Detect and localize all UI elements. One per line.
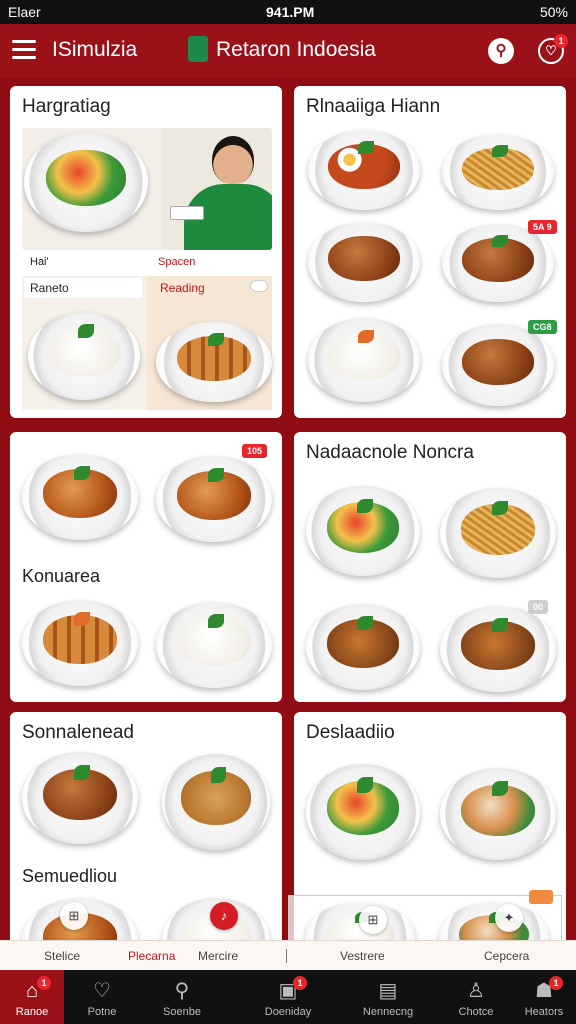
nav-label: Doeniday [264, 1006, 312, 1018]
card-subtitle: Semuedliou [22, 866, 118, 886]
share-icon[interactable]: ✦ [495, 904, 523, 932]
dish-image[interactable] [162, 754, 270, 850]
nav-label: Soenbe [163, 1006, 201, 1018]
card-title: Hargratiag [22, 96, 111, 117]
nav-item-soenbe[interactable]: ⚲ Soenbe [150, 970, 214, 1024]
nav-item-ranoe[interactable]: ⌂ 1 Ranoe [0, 970, 64, 1024]
dish-image[interactable] [440, 488, 556, 578]
card-title: Nadaacnole Noncra [306, 442, 474, 463]
bottom-nav: ⌂ 1 Ranoe ♡ Potne ⚲ Soenbe ▣ 1 Doeniday ▤ … [0, 970, 576, 1024]
dish-image[interactable] [156, 322, 272, 402]
nav-badge: 1 [549, 976, 563, 990]
tab-plecarna[interactable]: Plecarna [128, 949, 175, 963]
nav-badge: 1 [37, 976, 51, 990]
dish-image[interactable] [156, 602, 272, 688]
nav-label: Potne [87, 1006, 117, 1018]
category-card-1[interactable]: Hargratiag Hai' Spacen Raneto Reading [10, 86, 282, 418]
account-icon: ☗ 1 [531, 976, 563, 1004]
app-name: ISimulzia [52, 38, 138, 61]
promo-label: Spacen [158, 256, 196, 268]
home-icon: ⌂ 1 [19, 976, 51, 1004]
dish-image[interactable] [442, 224, 554, 302]
price-tag: CG8 [528, 320, 557, 334]
dish-image [24, 132, 148, 232]
brand-logo-icon [188, 36, 208, 62]
battery-label: 50% [539, 4, 568, 20]
search-icon[interactable]: ⚲ [488, 38, 514, 64]
category-tabs: Stelice Plecarna Mercire Vestrere Cepcer… [0, 940, 576, 970]
card-title: Sonnalenead [22, 722, 134, 743]
nav-item-potne[interactable]: ♡ Potne [70, 970, 134, 1024]
dish-image[interactable] [22, 454, 138, 540]
dish-image[interactable] [440, 768, 556, 860]
toggle-switch[interactable] [250, 280, 268, 292]
promo-label: Hai' [30, 256, 49, 268]
document-icon: ▤ [378, 980, 398, 1002]
dish-image[interactable] [308, 318, 420, 402]
favorite-icon[interactable]: ♪ [210, 902, 238, 930]
category-card-2[interactable]: Rlnaaiiga Hiann 5A 9 CG8 [294, 86, 566, 418]
promo-banner[interactable] [22, 128, 272, 250]
price-tag: 00 [528, 600, 549, 614]
heart-icon: ♡ [93, 980, 111, 1002]
nav-item-heators[interactable]: ☗ 1 Heators [512, 970, 576, 1024]
card-title: Deslaadiio [306, 722, 395, 743]
nav-label: Heators [524, 1006, 564, 1018]
search-icon: ⚲ [174, 980, 190, 1002]
promo-input[interactable]: Reading [154, 278, 234, 298]
status-dot [529, 890, 553, 904]
profile-icon: ♙ [467, 980, 485, 1002]
dish-image[interactable] [442, 324, 554, 406]
dish-image[interactable] [440, 606, 556, 692]
notification-badge: 1 [554, 34, 568, 48]
menu-icon[interactable] [12, 40, 36, 60]
tab-vestrere[interactable]: Vestrere [340, 949, 385, 963]
price-tag: 5A 9 [528, 220, 557, 234]
nav-item-chotce[interactable]: ♙ Chotce [444, 970, 508, 1024]
category-card-5[interactable]: Sonnalenead Semuedliou ⊞ ♪ [10, 712, 282, 962]
brand-title: Retaron Indoesia [216, 38, 376, 61]
card-title: Rlnaaiiga Hiann [306, 96, 441, 117]
dish-image[interactable] [306, 604, 420, 690]
dish-image[interactable] [22, 600, 138, 686]
price-tag: 105 [242, 444, 268, 458]
category-card-4[interactable]: Nadaacnole Noncra 00 [294, 432, 566, 702]
carrier-label: Elaer [8, 4, 41, 20]
nav-label: Chotce [458, 1006, 494, 1018]
nav-item-doeniday[interactable]: ▣ 1 Doeniday [256, 970, 320, 1024]
dish-image[interactable] [308, 130, 420, 210]
category-card-3[interactable]: 105 Konuarea [10, 432, 282, 702]
tab-stelice[interactable]: Stelice [44, 949, 80, 963]
promo-input[interactable]: Raneto [24, 278, 142, 298]
nav-badge: 1 [293, 976, 307, 990]
tab-cepcera[interactable]: Cepcera [484, 949, 529, 963]
nav-label: Ranoe [15, 1006, 49, 1018]
dish-image[interactable] [308, 222, 420, 302]
status-bar: Elaer 941.PM 50% [0, 0, 576, 24]
notification-icon[interactable]: ♡ 1 [538, 34, 568, 64]
add-to-cart-icon[interactable]: ⊞ [60, 902, 88, 930]
staff-photo [212, 136, 254, 184]
app-header: ISimulzia Retaron Indoesia ⚲ ♡ 1 [0, 24, 576, 78]
add-to-cart-icon[interactable]: ⊞ [359, 906, 387, 934]
dish-image[interactable] [306, 486, 420, 576]
card-title: Konuarea [22, 566, 101, 586]
dish-image[interactable] [22, 752, 138, 844]
order-icon: ▣ 1 [275, 976, 307, 1004]
dish-image[interactable] [306, 764, 420, 860]
dish-image[interactable] [442, 134, 554, 210]
tab-mercire[interactable]: Mercire [198, 949, 238, 963]
nav-label: Nennecng [362, 1006, 414, 1018]
dish-image[interactable] [28, 312, 140, 400]
clock: 941.PM [266, 4, 315, 20]
dish-image[interactable] [156, 456, 272, 542]
nav-item-nennecng[interactable]: ▤ Nennecng [356, 970, 420, 1024]
